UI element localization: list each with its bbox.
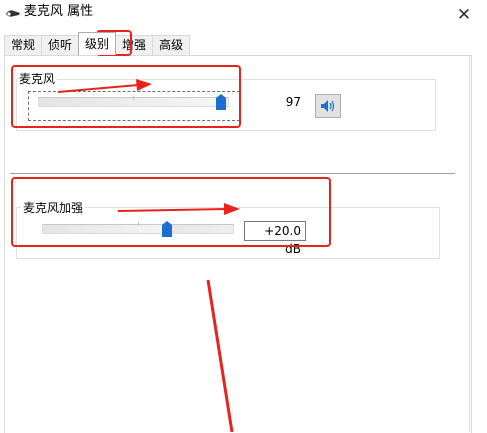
annotation-box-boost bbox=[11, 177, 331, 247]
tab-general[interactable]: 常规 bbox=[4, 35, 43, 55]
close-button[interactable]: ✕ bbox=[441, 0, 487, 30]
speaker-icon bbox=[321, 100, 335, 112]
microphone-icon bbox=[6, 10, 20, 17]
microphone-level-value[interactable]: 97 bbox=[240, 92, 306, 112]
annotation-box-microphone bbox=[11, 65, 241, 128]
section-separator bbox=[10, 173, 455, 174]
window-title: 麦克风 属性 bbox=[24, 4, 94, 19]
close-icon: ✕ bbox=[456, 5, 472, 25]
panel-right-border bbox=[469, 55, 470, 432]
tab-levels[interactable]: 级别 bbox=[78, 32, 117, 55]
tab-advanced[interactable]: 高级 bbox=[152, 35, 191, 55]
title-bar: 麦克风 属性 ✕ bbox=[0, 0, 487, 30]
tab-strip: 常规 侦听 级别 增强 高级 bbox=[4, 32, 191, 55]
tab-listen[interactable]: 侦听 bbox=[41, 35, 80, 55]
mute-button[interactable] bbox=[315, 94, 341, 118]
